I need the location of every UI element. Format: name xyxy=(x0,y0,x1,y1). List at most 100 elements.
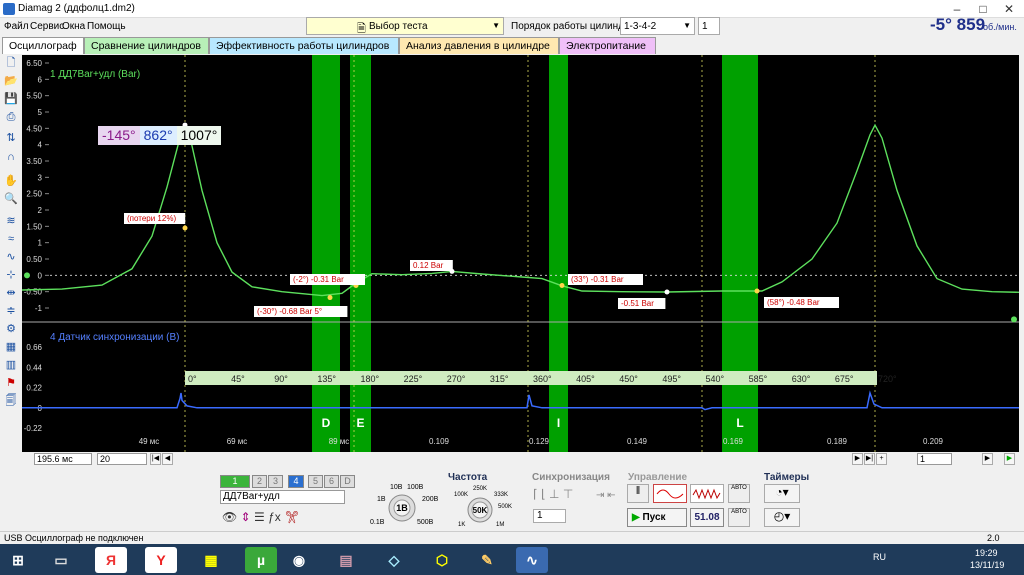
channel-button-D[interactable]: D xyxy=(340,475,355,488)
last-button[interactable]: ▶| xyxy=(864,453,875,465)
timer-1-button[interactable]: ◔▾ xyxy=(764,484,800,503)
close-button[interactable]: ✕ xyxy=(996,0,1022,18)
start-button[interactable]: ▶ Пуск xyxy=(627,508,687,527)
timers-title: Таймеры xyxy=(764,472,810,483)
eye-icon[interactable]: 👁 xyxy=(222,510,237,524)
channel-button-2[interactable]: 2 xyxy=(252,475,267,488)
channel-button-4[interactable]: 4 xyxy=(288,475,304,488)
pause-button[interactable]: ‖ xyxy=(627,484,649,503)
channel-button-5[interactable]: 5 xyxy=(308,475,323,488)
y1-tick: 4 xyxy=(38,141,43,150)
play-button[interactable]: ▶ xyxy=(982,453,993,465)
lines-icon[interactable]: ☰ xyxy=(254,510,265,524)
save-icon[interactable]: 💾 xyxy=(3,92,19,107)
paint-icon[interactable]: ✎ xyxy=(471,547,503,573)
sync-arrows-icon[interactable]: ⇥ ⇤ xyxy=(596,490,616,501)
app-icon-2[interactable]: ◇ xyxy=(378,547,410,573)
scale-icon[interactable]: ⇅ xyxy=(3,131,19,146)
measure-icon[interactable]: ∩ xyxy=(3,150,19,165)
filter-icon[interactable]: ≑ xyxy=(3,304,19,319)
chart-icon[interactable]: ▥ xyxy=(3,358,19,373)
wave3-icon[interactable]: ∿ xyxy=(3,250,19,265)
menu-bar: Файл Сервис Окна Помощь xyxy=(0,18,300,36)
flag-icon[interactable]: ⚑ xyxy=(3,376,19,391)
cylinder-order-select[interactable]: 1-3-4-2 ▼ xyxy=(620,17,695,35)
prev-page-button[interactable]: ◀ xyxy=(162,453,173,465)
settings-icon[interactable]: ⚙ xyxy=(3,322,19,337)
tab-bar: Осциллограф Сравнение цилиндров Эффектив… xyxy=(0,36,1024,54)
annotation-label: -0.51 Bar xyxy=(621,299,654,308)
sync-channel-select[interactable]: 1 xyxy=(533,509,566,523)
left-toolbar: 🗋 📂 💾 ⎙ ⇅ ∩ ✋ 🔍 ≋ ≈ ∿ ⊹ ⇹ ≑ ⚙ ▦ ▥ ⚑ 🗐 xyxy=(0,54,22,454)
hand-icon[interactable]: ✋ xyxy=(3,174,19,189)
auto-button[interactable]: АВТО xyxy=(728,484,750,503)
sine-mode-button[interactable] xyxy=(653,484,687,503)
frequency-knob[interactable]: 50K 250K 100K 333K 500K 1M 1K xyxy=(448,484,518,530)
degree-tick: 45° xyxy=(231,374,245,384)
channel-button-6[interactable]: 6 xyxy=(324,475,339,488)
tab-oscilloscope[interactable]: Осциллограф xyxy=(2,37,84,54)
wave2-icon[interactable]: ≈ xyxy=(3,232,19,247)
sync-edge-icons[interactable]: ⌈ ⌊ ⊥ ⊤ xyxy=(533,487,573,501)
degree-tick: 315° xyxy=(490,374,509,384)
winrar-icon[interactable]: ▤ xyxy=(330,547,362,573)
menu-windows[interactable]: Окна xyxy=(62,21,85,32)
document-icon[interactable]: 🗐 xyxy=(3,394,19,409)
app-icon-3[interactable]: ⬡ xyxy=(426,547,458,573)
diamag-taskbar-icon[interactable]: ∿ xyxy=(516,547,548,573)
range-label-200v: 200В xyxy=(422,496,439,503)
auto-button-2[interactable]: АВТО xyxy=(728,508,750,527)
menu-file[interactable]: Файл xyxy=(4,21,29,32)
marker-icon[interactable]: ⇹ xyxy=(3,286,19,301)
channel-button-3[interactable]: 3 xyxy=(268,475,283,488)
wave1-icon[interactable]: ≋ xyxy=(3,214,19,229)
zoom-in-button[interactable]: + xyxy=(876,453,887,465)
start-menu-icon[interactable]: ⊞ xyxy=(2,547,34,573)
clock-date: 13/11/19 xyxy=(970,560,1005,570)
rubik-icon[interactable]: ▦ xyxy=(195,547,227,573)
tools-icon[interactable]: ✂ xyxy=(284,510,299,524)
channel-button-1[interactable]: 1 xyxy=(220,475,250,488)
management-title: Управление xyxy=(628,472,688,483)
cylinder-number-spinner[interactable]: 1 xyxy=(698,17,720,35)
timebase-select[interactable]: 195.6 мс xyxy=(34,453,92,465)
range-knob[interactable]: 1В 10В 100В 200В 500В 0.1В 1В xyxy=(365,476,445,528)
new-file-icon[interactable]: 🗋 xyxy=(3,56,19,71)
timer-2-button[interactable]: ◴▾ xyxy=(764,508,800,527)
page-input[interactable]: 1 xyxy=(917,453,952,465)
angle-value: -5° xyxy=(930,15,952,34)
time-tick: 49 мс xyxy=(139,437,160,446)
tab-power[interactable]: Электропитание xyxy=(559,37,656,54)
ch1-offset-marker xyxy=(24,272,30,279)
chrome-icon[interactable]: ◉ xyxy=(283,547,315,573)
marker-point xyxy=(754,288,760,294)
utorrent-icon[interactable]: µ xyxy=(245,547,277,573)
tab-pressure-analysis[interactable]: Анализ давления в цилиндре xyxy=(399,37,559,54)
pulse-mode-button[interactable] xyxy=(690,484,724,503)
yandex-browser-icon[interactable]: Я xyxy=(95,547,127,573)
open-folder-icon[interactable]: 📂 xyxy=(3,74,19,89)
yandex-icon[interactable]: Y xyxy=(145,547,177,573)
menu-service[interactable]: Сервис xyxy=(30,21,64,32)
menu-help[interactable]: Помощь xyxy=(87,21,126,32)
rpm-unit: об./мин. xyxy=(983,22,1017,32)
tab-cylinder-efficiency[interactable]: Эффективность работы цилиндров xyxy=(209,37,399,54)
channel-tools: 👁 ⇕ ☰ ƒx ✂ xyxy=(222,510,299,524)
language-indicator[interactable]: RU xyxy=(873,552,886,562)
run-button[interactable]: ▶ xyxy=(1004,453,1015,465)
cursor-icon[interactable]: ⊹ xyxy=(3,268,19,283)
degree-tick: 225° xyxy=(404,374,423,384)
print-icon[interactable]: ⎙ xyxy=(3,110,19,125)
channel-name-input[interactable]: ДД7Bar+удл xyxy=(220,490,345,504)
function-icon[interactable]: ƒx xyxy=(268,510,281,524)
scale-icon[interactable]: ⇕ xyxy=(241,510,251,524)
test-select-dropdown[interactable]: 🗎 Выбор теста ▼ xyxy=(306,17,504,35)
tab-cylinder-compare[interactable]: Сравнение цилиндров xyxy=(84,37,209,54)
grid-icon[interactable]: ▦ xyxy=(3,340,19,355)
oscilloscope-display[interactable]: D E I L 6.50 6 5.50 5 4.50 4 3.50 3 2.50 2 1.50 1 0.50 0 -… xyxy=(22,55,1019,453)
first-page-button[interactable]: |◀ xyxy=(150,453,161,465)
next-button[interactable]: ▶ xyxy=(852,453,863,465)
zoom-icon[interactable]: 🔍 xyxy=(3,192,19,207)
zoom-select[interactable]: 20 xyxy=(97,453,147,465)
explorer-icon[interactable]: ▭ xyxy=(45,547,77,573)
